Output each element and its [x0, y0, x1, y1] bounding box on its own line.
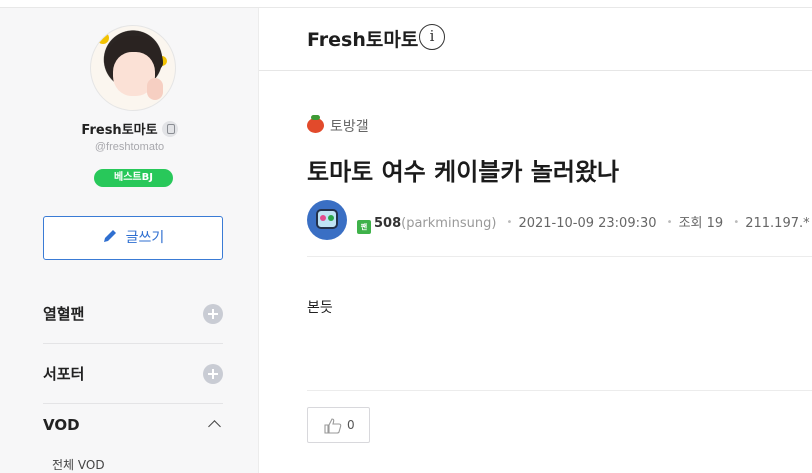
post-ip: 211.197.* [745, 216, 810, 231]
thumbs-up-icon [324, 418, 342, 434]
post-datetime: 2021-10-09 23:09:30 [518, 216, 657, 231]
tomato-icon [307, 115, 324, 133]
info-icon[interactable]: i [419, 24, 445, 50]
plus-circle-icon[interactable] [203, 304, 223, 324]
category-label: 토방갤 [330, 119, 369, 135]
post-body: 본듯 [307, 300, 333, 316]
top-strip [0, 0, 812, 8]
meta-separator: • [506, 217, 513, 228]
write-post-label: 글쓰기 [125, 230, 165, 246]
post-meta: 팬 508(parkminsung) • 2021-10-09 23:09:30 •… [357, 212, 810, 234]
menu-item-label: VOD [43, 416, 80, 434]
divider [307, 256, 812, 257]
avatar-decoration [97, 32, 109, 44]
meta-separator: • [733, 217, 740, 228]
submenu-item-all-vod[interactable]: 전체 VOD [52, 456, 105, 473]
write-post-button[interactable]: 글쓰기 [43, 216, 223, 260]
robot-eye [320, 215, 326, 221]
post-title: 토마토 여수 케이블카 놀러왔나 [307, 158, 620, 186]
menu-item-label: 열혈팬 [43, 305, 85, 323]
bookmark-badge-icon[interactable] [161, 121, 178, 137]
profile-avatar[interactable] [90, 25, 176, 111]
pencil-icon [103, 230, 116, 242]
divider [307, 390, 812, 391]
board-header: Fresh토마토 i [259, 8, 812, 71]
author-avatar[interactable] [307, 200, 347, 240]
avatar-hand [147, 78, 163, 100]
board-title[interactable]: Fresh토마토 [307, 25, 418, 52]
menu-item-supporters[interactable]: 서포터 [43, 344, 223, 404]
robot-eye [328, 215, 334, 221]
best-bj-badge: 베스트BJ [94, 169, 173, 187]
menu-item-label: 서포터 [43, 365, 85, 383]
fan-level-icon: 팬 [357, 220, 371, 234]
like-button[interactable]: 0 [307, 407, 370, 443]
post-category[interactable]: 토방갤 [307, 115, 369, 136]
chevron-up-icon[interactable] [208, 420, 221, 433]
profile-nickname: Fresh토마토 [81, 123, 158, 138]
menu-item-vod[interactable]: VOD [43, 408, 223, 448]
menu-item-fans[interactable]: 열혈팬 [43, 284, 223, 344]
profile-nickname-row: Fresh토마토 [0, 119, 259, 138]
post-views: 조회 19 [678, 216, 724, 231]
profile-handle: @freshtomato [94, 141, 165, 153]
author-id[interactable]: (parkminsung) [401, 216, 496, 231]
like-count: 0 [347, 418, 355, 432]
meta-separator: • [666, 217, 673, 228]
plus-circle-icon[interactable] [203, 364, 223, 384]
author-number[interactable]: 508 [374, 216, 401, 231]
